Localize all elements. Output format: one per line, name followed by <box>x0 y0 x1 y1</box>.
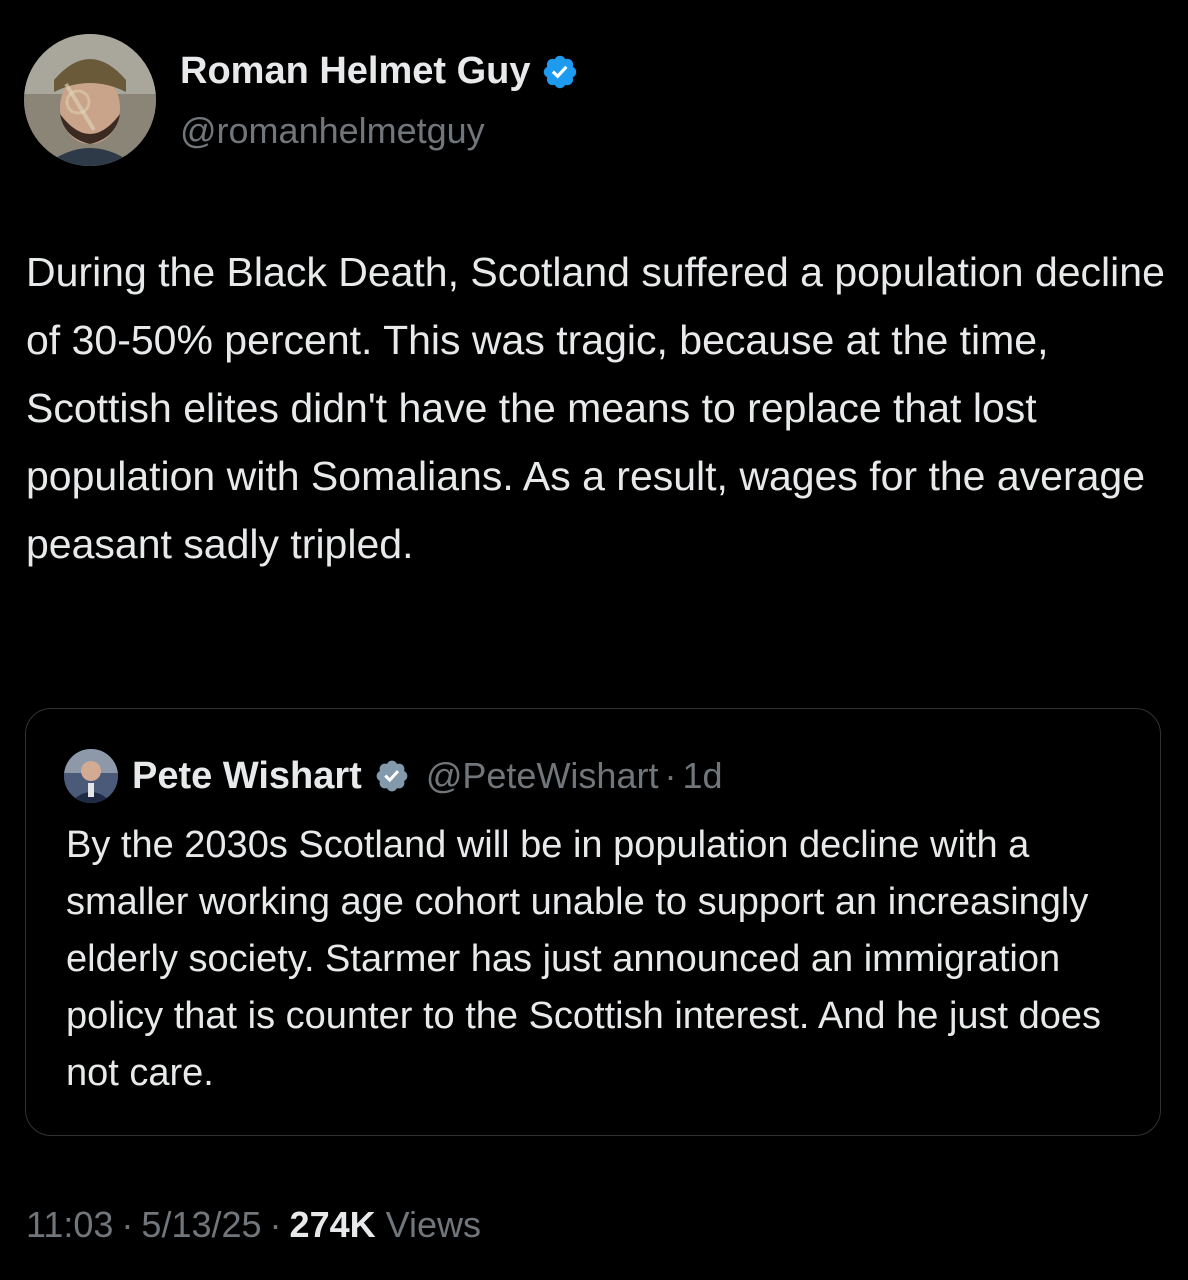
verified-badge-icon <box>543 55 576 88</box>
tweet-time[interactable]: 11:03 <box>26 1204 113 1245</box>
quoted-tweet-text: By the 2030s Scotland will be in populat… <box>66 824 1102 1094</box>
quoted-tweet-header: Pete Wishart @PeteWishart · 1d <box>64 749 723 803</box>
author-name-text[interactable]: Roman Helmet Guy <box>180 50 531 93</box>
separator-dot: · <box>269 1204 282 1245</box>
separator-dot: · <box>121 1204 134 1245</box>
views-count: 274K <box>289 1204 376 1245</box>
quoted-author-handle[interactable]: @PeteWishart <box>426 755 659 797</box>
quoted-author-avatar[interactable] <box>64 749 118 803</box>
views-label: Views <box>385 1204 482 1245</box>
author-handle[interactable]: @romanhelmetguy <box>180 110 485 152</box>
quoted-tweet[interactable]: Pete Wishart @PeteWishart · 1d By the 20… <box>25 708 1161 1136</box>
tweet-date[interactable]: 5/13/25 <box>141 1204 261 1245</box>
verified-badge-icon <box>376 760 408 792</box>
tweet: Roman Helmet Guy @romanhelmetguy During … <box>0 0 1188 1280</box>
separator-dot: · <box>664 755 677 796</box>
tweet-meta: 11:03 · 5/13/25 · 274K Views <box>26 1204 481 1246</box>
quoted-timestamp[interactable]: 1d <box>682 755 722 797</box>
tweet-text: During the Black Death, Scotland suffere… <box>26 249 1165 567</box>
author-name[interactable]: Roman Helmet Guy <box>180 50 579 93</box>
quoted-author-name[interactable]: Pete Wishart <box>132 755 362 798</box>
author-avatar[interactable] <box>24 34 156 166</box>
